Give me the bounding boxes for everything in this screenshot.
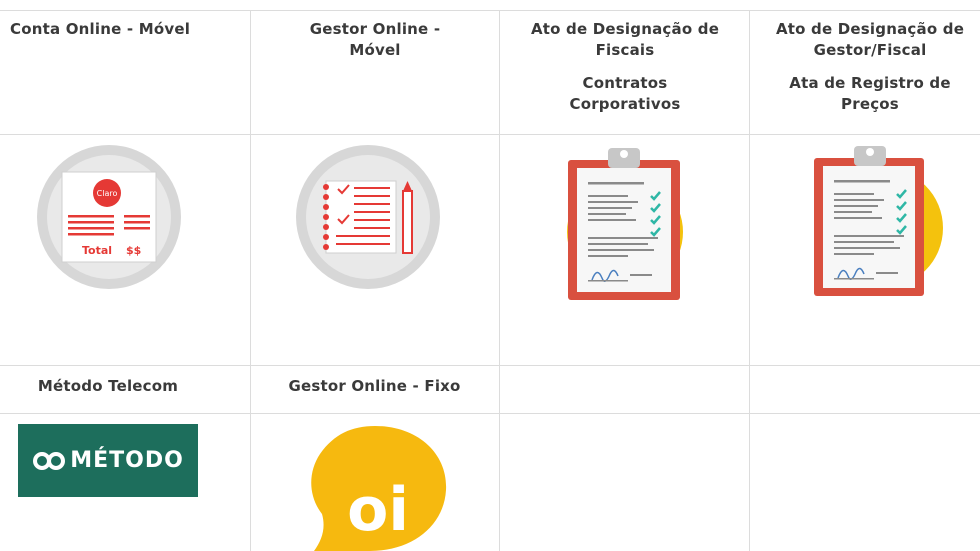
conta-online-movel-image[interactable]: Claro Total $$ bbox=[28, 145, 190, 290]
bill-line bbox=[68, 227, 114, 230]
subtitle-text: Ata de Registro de Preços bbox=[789, 74, 951, 113]
ato-gestor-fiscal-image[interactable] bbox=[790, 140, 952, 305]
title-text: Método Telecom bbox=[37, 377, 179, 395]
signature-line bbox=[834, 278, 874, 280]
notepad-paper bbox=[325, 180, 397, 254]
bill-line bbox=[68, 215, 114, 218]
gestor-online-movel-image[interactable] bbox=[296, 145, 446, 290]
signature-line bbox=[588, 280, 628, 282]
clipboard-paper bbox=[823, 166, 915, 288]
title-text: Ato de Designação de Gestor/Fiscal bbox=[775, 20, 965, 59]
ato-fiscais-image[interactable] bbox=[542, 140, 704, 305]
grid-line-col1 bbox=[250, 10, 251, 551]
links-grid: Conta Online - Móvel Gestor Online - Móv… bbox=[0, 0, 980, 551]
grid-line-row2 bbox=[0, 365, 980, 366]
title-text: Ato de Designação de Fiscais bbox=[530, 20, 720, 59]
grid-line-top bbox=[0, 10, 980, 11]
pencil-icon bbox=[402, 190, 413, 254]
grid-line-col3 bbox=[749, 10, 750, 551]
claro-logo-text: Claro bbox=[97, 189, 118, 198]
clip-hole bbox=[866, 148, 874, 156]
metodo-telecom-logo[interactable]: MÉTODO bbox=[18, 424, 198, 497]
bill-total-label: Total bbox=[82, 244, 112, 257]
title-ato-fiscais[interactable]: Ato de Designação de Fiscais Contratos C… bbox=[525, 19, 725, 115]
title-text: Gestor Online - Fixo bbox=[288, 377, 461, 395]
title-metodo-telecom[interactable]: Método Telecom bbox=[10, 376, 206, 397]
bill-line bbox=[68, 233, 114, 236]
title-gestor-online-movel[interactable]: Gestor Online - Móvel bbox=[300, 19, 450, 61]
title-gestor-online-fixo[interactable]: Gestor Online - Fixo bbox=[272, 376, 477, 397]
metodo-symbol-icon bbox=[33, 451, 66, 470]
title-conta-online-movel[interactable]: Conta Online - Móvel bbox=[10, 19, 206, 40]
metodo-logo-text: MÉTODO bbox=[70, 448, 184, 473]
grid-line-row3 bbox=[0, 413, 980, 414]
grid-line-row1 bbox=[0, 134, 980, 135]
title-text: Conta Online - Móvel bbox=[10, 20, 191, 38]
bill-line bbox=[124, 227, 150, 230]
bill-line bbox=[124, 215, 150, 218]
oi-logo-text: oi bbox=[347, 475, 409, 545]
title-text: Gestor Online - Móvel bbox=[309, 20, 441, 59]
clip-hole bbox=[620, 150, 628, 158]
gestor-online-fixo-logo[interactable]: oi bbox=[300, 422, 450, 551]
bill-total-value: $$ bbox=[126, 244, 141, 257]
subtitle-text: Contratos Corporativos bbox=[569, 74, 681, 113]
grid-line-col2 bbox=[499, 10, 500, 551]
title-ato-gestor-fiscal[interactable]: Ato de Designação de Gestor/Fiscal Ata d… bbox=[770, 19, 970, 115]
bill-line bbox=[124, 221, 150, 224]
bill-line bbox=[68, 221, 114, 224]
